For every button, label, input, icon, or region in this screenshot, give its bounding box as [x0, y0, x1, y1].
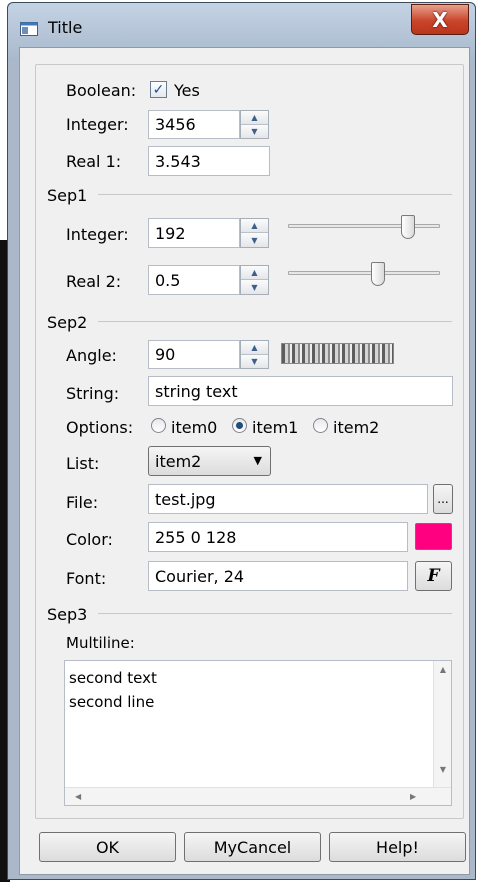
- app-window-icon: [20, 21, 38, 36]
- option-item0-label[interactable]: item0: [171, 418, 217, 437]
- chevron-down-icon: ▼: [253, 454, 262, 467]
- sep3-line: [98, 613, 452, 614]
- integer2-spinner[interactable]: ▲ ▼: [240, 218, 269, 248]
- spin-down-icon[interactable]: ▼: [241, 280, 268, 294]
- spin-up-icon[interactable]: ▲: [241, 111, 268, 125]
- font-input[interactable]: Courier, 24: [148, 561, 408, 591]
- integer2-input[interactable]: 192: [148, 218, 240, 248]
- real2-slider-thumb[interactable]: [370, 262, 385, 286]
- list-selected-value: item2: [155, 451, 202, 471]
- option-item2-radio[interactable]: [313, 418, 328, 433]
- list-dropdown[interactable]: item2 ▼: [148, 446, 271, 476]
- angle-dial[interactable]: [281, 343, 394, 364]
- horizontal-scrollbar[interactable]: ◀ ▶: [65, 787, 451, 805]
- integer-input[interactable]: 3456: [148, 110, 240, 139]
- color-input[interactable]: 255 0 128: [148, 522, 408, 552]
- angle-input[interactable]: 90: [148, 340, 240, 369]
- multiline-textarea[interactable]: second text second line ▲ ▼ ◀ ▶: [64, 660, 452, 806]
- real1-input[interactable]: 3.543: [148, 146, 270, 176]
- option-item2-label[interactable]: item2: [333, 418, 379, 437]
- sep2-label: Sep2: [47, 313, 88, 332]
- option-item1-label[interactable]: item1: [252, 418, 298, 437]
- spin-down-icon[interactable]: ▼: [241, 124, 268, 138]
- integer2-slider-thumb[interactable]: [401, 215, 416, 239]
- multiline-line: second text: [69, 669, 157, 687]
- list-label: List:: [66, 454, 100, 473]
- font-icon: F: [427, 566, 440, 586]
- boolean-label: Boolean:: [66, 81, 137, 100]
- real2-label: Real 2:: [66, 272, 122, 291]
- scroll-right-icon[interactable]: ▶: [410, 792, 416, 801]
- integer-label: Integer:: [66, 115, 129, 134]
- scroll-left-icon[interactable]: ◀: [75, 792, 81, 801]
- real2-slider-track[interactable]: [288, 271, 440, 275]
- color-swatch-button[interactable]: [415, 523, 452, 550]
- spin-down-icon[interactable]: ▼: [241, 233, 268, 247]
- sep2-line: [98, 321, 452, 322]
- font-label: Font:: [66, 569, 107, 588]
- sep3-label: Sep3: [47, 605, 88, 624]
- string-label: String:: [66, 384, 120, 403]
- angle-spinner[interactable]: ▲ ▼: [240, 340, 269, 369]
- options-label: Options:: [66, 418, 134, 437]
- sep1-line: [98, 194, 452, 195]
- ok-button[interactable]: OK: [39, 832, 176, 862]
- scroll-up-icon[interactable]: ▲: [434, 665, 452, 674]
- angle-label: Angle:: [66, 346, 117, 365]
- real1-label: Real 1:: [66, 152, 122, 171]
- multiline-label: Multiline:: [66, 634, 135, 652]
- scroll-down-icon[interactable]: ▼: [434, 765, 452, 774]
- spin-up-icon[interactable]: ▲: [241, 219, 268, 233]
- help-button[interactable]: Help!: [329, 832, 466, 862]
- font-picker-button[interactable]: F: [415, 561, 452, 591]
- close-icon: X: [432, 7, 448, 32]
- real2-spinner[interactable]: ▲ ▼: [240, 265, 269, 295]
- ellipsis-icon: ...: [437, 492, 449, 506]
- integer-spinner[interactable]: ▲ ▼: [240, 110, 269, 139]
- file-label: File:: [66, 493, 99, 512]
- vertical-scrollbar[interactable]: ▲ ▼: [433, 661, 451, 787]
- spin-up-icon[interactable]: ▲: [241, 266, 268, 280]
- sep1-label: Sep1: [47, 186, 88, 205]
- close-button[interactable]: X: [411, 4, 469, 35]
- spin-down-icon[interactable]: ▼: [241, 354, 268, 368]
- file-input[interactable]: test.jpg: [148, 484, 428, 514]
- option-item1-radio[interactable]: [232, 418, 247, 433]
- integer2-label: Integer:: [66, 225, 129, 244]
- browse-button[interactable]: ...: [433, 484, 453, 514]
- real2-input[interactable]: 0.5: [148, 265, 240, 295]
- spin-up-icon[interactable]: ▲: [241, 341, 268, 355]
- string-input[interactable]: string text: [148, 376, 453, 406]
- check-icon: ✓: [152, 81, 165, 98]
- boolean-checkbox[interactable]: ✓: [150, 81, 167, 98]
- window-title: Title: [48, 18, 83, 37]
- boolean-text[interactable]: Yes: [174, 81, 200, 100]
- color-label: Color:: [66, 530, 113, 549]
- cancel-button[interactable]: MyCancel: [184, 832, 321, 862]
- option-item0-radio[interactable]: [151, 418, 166, 433]
- integer2-slider-track[interactable]: [288, 224, 440, 228]
- multiline-line: second line: [69, 693, 155, 711]
